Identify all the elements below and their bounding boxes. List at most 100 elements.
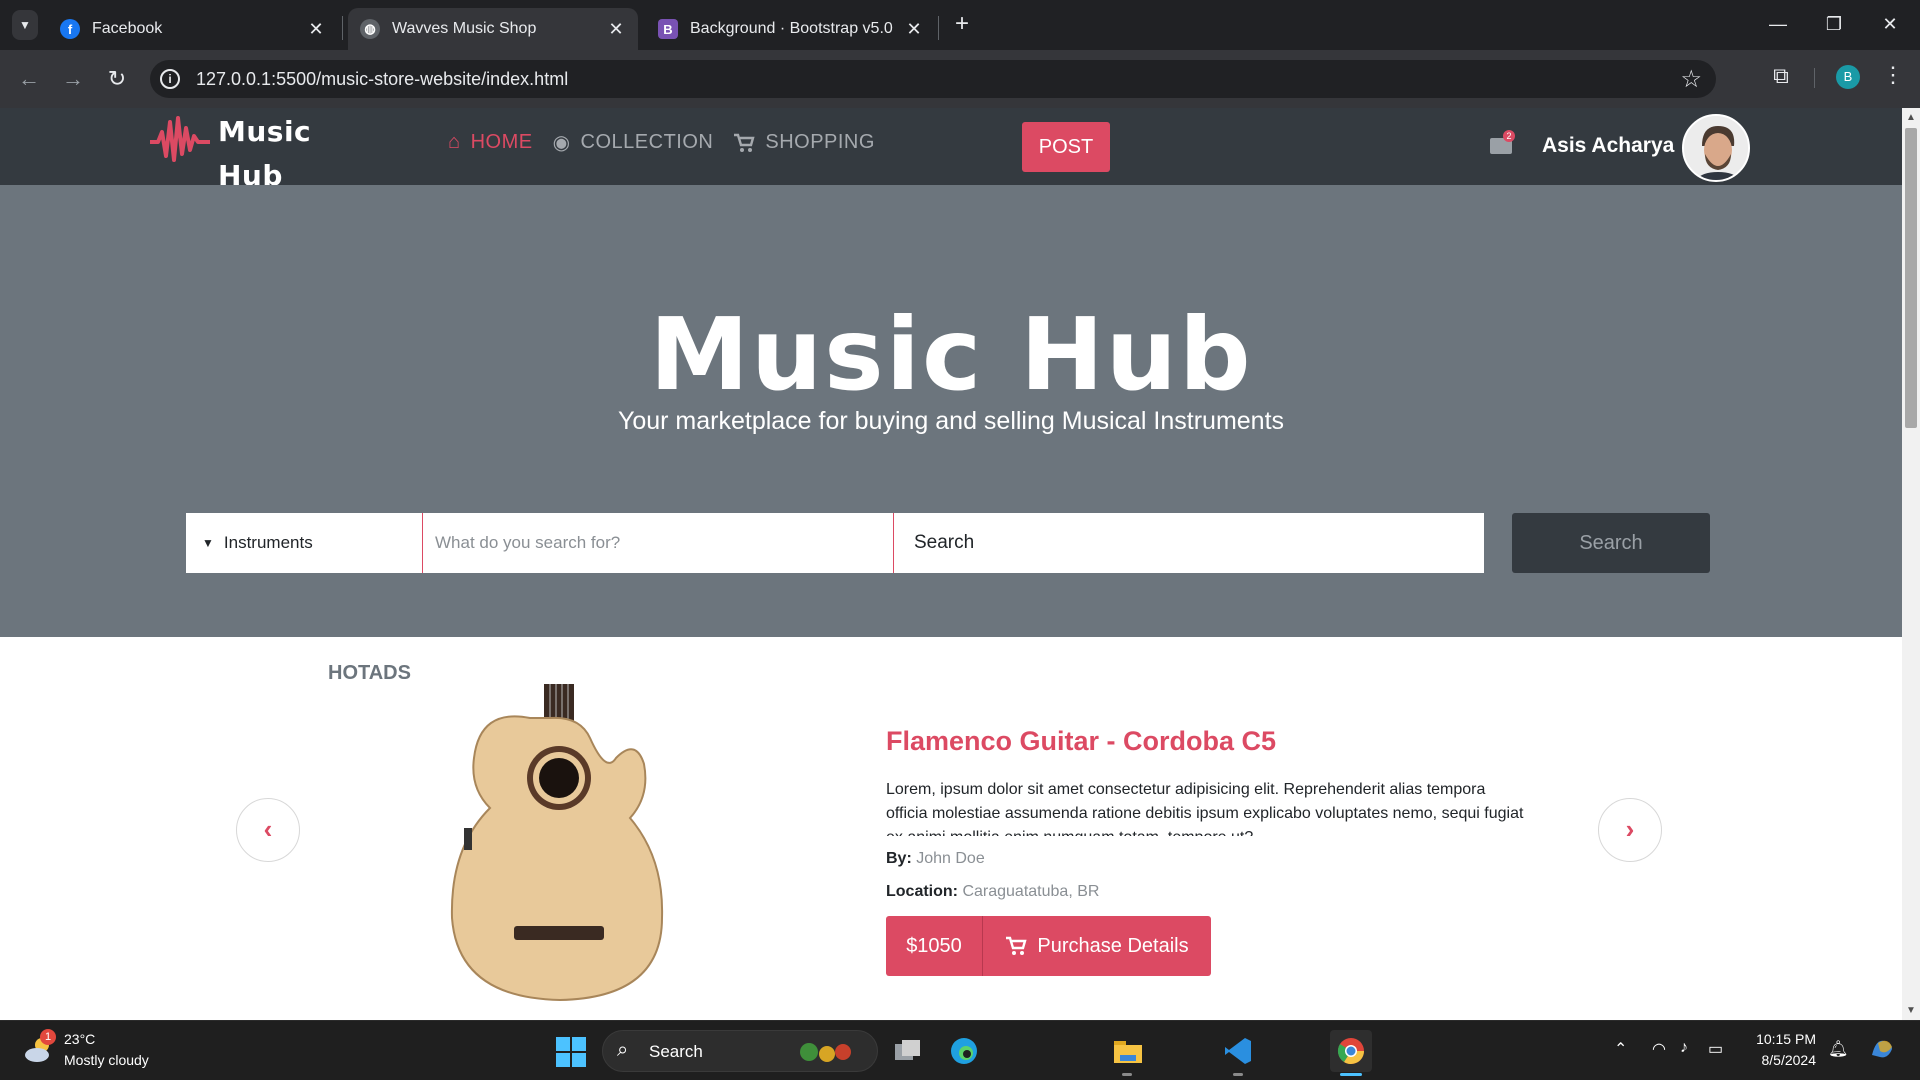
taskbar-search[interactable]: ⌕ Search [602, 1030, 878, 1072]
nav-label: HOME [470, 131, 533, 153]
close-icon[interactable]: ✕ [606, 19, 626, 40]
seller-label: By: [886, 850, 912, 867]
scrollbar-thumb[interactable] [1905, 128, 1917, 428]
window-close-button[interactable]: ✕ [1862, 8, 1918, 40]
hero-section: Music Hub Your marketplace for buying an… [0, 185, 1902, 637]
nav-shopping[interactable]: SHOPPING [733, 130, 875, 155]
weather-description[interactable]: Mostly cloudy [64, 1052, 149, 1068]
forward-arrow-icon[interactable]: → [58, 64, 88, 94]
seller-value: John Doe [916, 850, 985, 867]
scroll-up-icon[interactable]: ▲ [1906, 112, 1916, 123]
page-scrollbar[interactable]: ▲ ▼ [1902, 108, 1920, 1020]
nav-collection[interactable]: ◉ COLLECTION [553, 130, 714, 155]
search-icon: ⌕ [617, 1039, 629, 1061]
user-avatar[interactable] [1682, 114, 1750, 182]
ad-seller: By: John Doe [886, 850, 985, 868]
ad-description: Lorem, ipsum dolor sit amet consectetur … [886, 781, 1524, 836]
facebook-icon: f [60, 19, 80, 39]
app-running-indicator [1122, 1073, 1132, 1076]
location-value: Caraguatatuba, BR [962, 883, 1100, 900]
task-view-icon[interactable] [890, 1033, 926, 1069]
wifi-icon[interactable]: ◠ [1652, 1039, 1666, 1059]
guitar-image [450, 684, 664, 1002]
close-icon[interactable]: ✕ [904, 19, 924, 40]
site-info-icon[interactable]: i [160, 69, 180, 89]
category-value: Instruments [223, 533, 313, 552]
chrome-icon[interactable] [1330, 1030, 1372, 1072]
clock-time[interactable]: 10:15 PM [1752, 1031, 1816, 1047]
file-explorer-icon[interactable] [1110, 1033, 1146, 1069]
browser-tab-strip: ▼ f Facebook ✕ ◍ Wavves Music Shop ✕ B B… [0, 0, 1920, 50]
restore-button[interactable]: ❐ [1806, 8, 1862, 40]
bootstrap-icon: B [658, 19, 678, 39]
tab-title: Wavves Music Shop [392, 20, 537, 37]
tab-title: Facebook [92, 20, 163, 37]
search-button[interactable]: Search [1512, 513, 1710, 573]
user-name[interactable]: Asis Acharya [1542, 134, 1674, 158]
clock-date[interactable]: 8/5/2024 [1752, 1052, 1817, 1068]
windows-taskbar: 1 23°C Mostly cloudy ⌕ Search ⌃ ◠ ♪ ▭ 10… [0, 1020, 1920, 1080]
profile-avatar[interactable]: B [1836, 65, 1860, 89]
new-tab-button[interactable]: + [948, 10, 976, 40]
edge-browser-icon[interactable] [946, 1033, 982, 1069]
post-button[interactable]: POST [1022, 122, 1110, 172]
mail-count-badge: 2 [1503, 130, 1515, 142]
toolbar-divider [1814, 68, 1815, 88]
scroll-down-icon[interactable]: ▼ [1906, 1005, 1916, 1016]
windows-start-icon[interactable] [556, 1037, 586, 1067]
copilot-icon[interactable] [1868, 1035, 1896, 1068]
nav-label: COLLECTION [580, 131, 714, 153]
minimize-button[interactable]: — [1750, 8, 1806, 40]
kebab-menu-icon[interactable]: ⋮ [1882, 62, 1904, 92]
globe-icon: ◍ [360, 19, 380, 39]
ad-location: Location: Caraguatatuba, BR [886, 883, 1099, 901]
close-icon[interactable]: ✕ [306, 19, 326, 40]
carousel-next-button[interactable]: › [1598, 798, 1662, 862]
chevron-up-icon[interactable]: ⌃ [1614, 1039, 1627, 1059]
purchase-details-button[interactable]: Purchase Details [983, 916, 1211, 976]
purchase-button-group: $1050 Purchase Details [886, 916, 1211, 976]
address-bar[interactable]: i 127.0.0.1:5500/music-store-website/ind… [150, 60, 1716, 98]
bookmark-star-icon[interactable]: ☆ [1680, 65, 1702, 94]
purchase-label: Purchase Details [1037, 934, 1189, 957]
avatar-portrait-icon [1684, 116, 1748, 180]
volume-icon[interactable]: ♪ [1680, 1039, 1688, 1057]
tab-bootstrap[interactable]: B Background · Bootstrap v5.0 ✕ [646, 8, 936, 50]
price-tag[interactable]: $1050 [886, 916, 983, 976]
hero-title: Music Hub [649, 296, 1253, 413]
taskbar-search-label: Search [649, 1042, 703, 1061]
ad-title[interactable]: Flamenco Guitar - Cordoba C5 [886, 726, 1276, 757]
weather-badge: 1 [40, 1029, 56, 1045]
vscode-icon[interactable] [1220, 1033, 1256, 1069]
cart-icon [1006, 936, 1027, 955]
hero-subtitle: Your marketplace for buying and selling … [617, 407, 1285, 435]
battery-icon[interactable]: ▭ [1708, 1039, 1723, 1059]
carousel-prev-button[interactable]: ‹ [236, 798, 300, 862]
location-label: Location: [886, 883, 958, 900]
caret-down-icon: ▼ [202, 536, 214, 550]
nav-home[interactable]: ⌂ HOME [448, 130, 533, 155]
tab-search-button[interactable]: ▼ [12, 10, 38, 40]
app-active-indicator [1340, 1073, 1362, 1076]
main-nav: ⌂ HOME ◉ COLLECTION SHOPPING [448, 130, 875, 155]
nav-label: SHOPPING [765, 131, 875, 153]
notification-bell-icon[interactable]: 🔔︎ [1828, 1039, 1848, 1059]
extensions-puzzle-icon[interactable]: ⧉ [1766, 63, 1796, 93]
search-input[interactable] [423, 513, 894, 573]
tab-wavves-music-shop[interactable]: ◍ Wavves Music Shop ✕ [348, 8, 638, 50]
site-navbar: Music Hub ⌂ HOME ◉ COLLECTION SHOPPING P… [0, 108, 1902, 192]
category-dropdown[interactable]: ▼ Instruments [186, 513, 423, 573]
location-field[interactable]: Search [894, 513, 1484, 573]
back-arrow-icon[interactable]: ← [14, 64, 44, 94]
tab-title: Background · Bootstrap v5.0 [690, 20, 893, 37]
weather-temperature[interactable]: 23°C [64, 1031, 95, 1047]
tab-facebook[interactable]: f Facebook ✕ [48, 8, 338, 50]
tab-separator [342, 16, 343, 40]
sound-wave-logo-icon[interactable] [150, 110, 210, 170]
reload-icon[interactable]: ↻ [102, 64, 132, 94]
disc-icon: ◉ [552, 132, 571, 154]
browser-toolbar: ← → ↻ i 127.0.0.1:5500/music-store-websi… [0, 50, 1920, 108]
app-running-indicator [1233, 1073, 1243, 1076]
search-bar: ▼ Instruments Search [186, 513, 1484, 573]
url-text[interactable]: 127.0.0.1:5500/music-store-website/index… [196, 69, 568, 90]
